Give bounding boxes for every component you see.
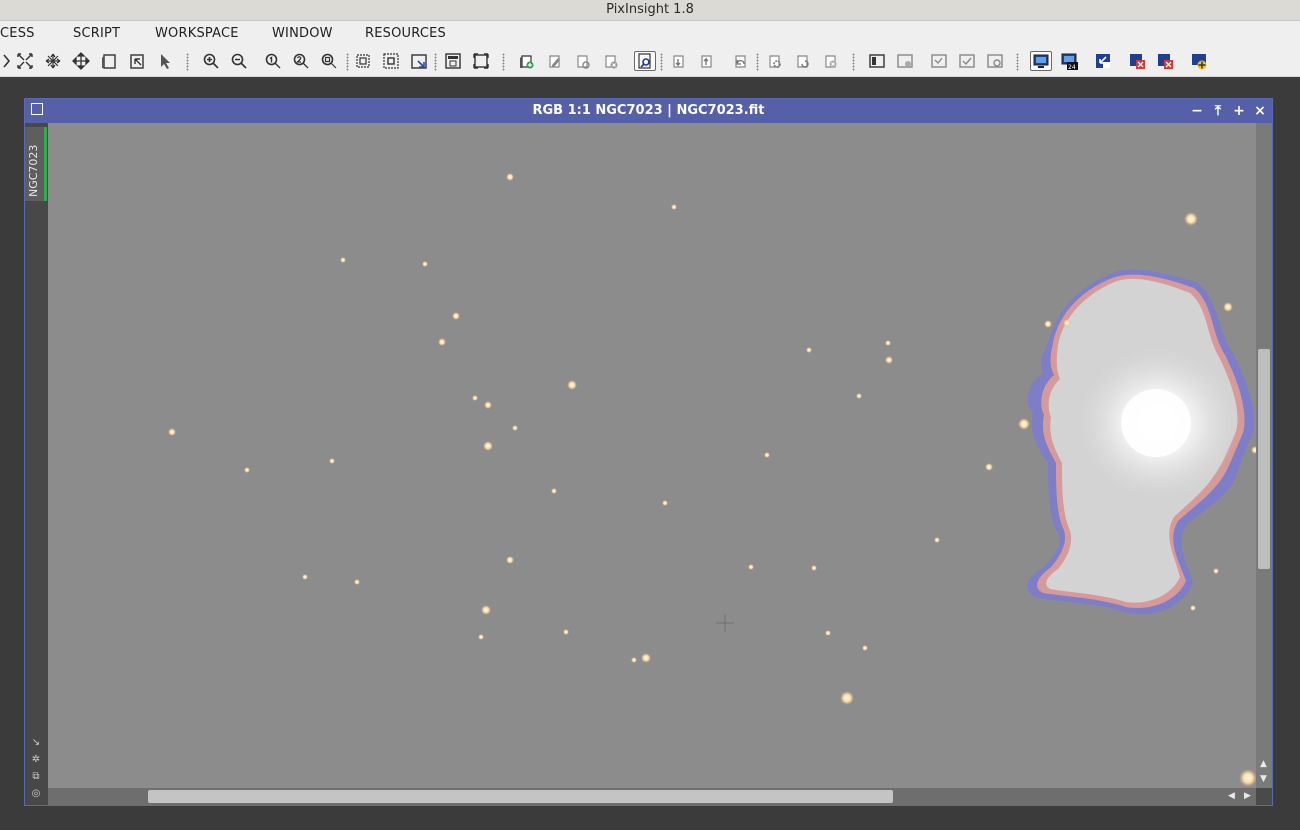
view-tab-label: NGC7023 <box>27 144 40 197</box>
vertical-scrollbar[interactable]: ▲ ▼ <box>1256 123 1272 788</box>
fit-image-icon[interactable] <box>408 51 430 71</box>
zoom-in-icon[interactable] <box>200 51 222 71</box>
delete-preview-icon[interactable] <box>600 51 622 71</box>
scroll-up-icon[interactable]: ▲ <box>1260 759 1267 769</box>
stf-24bit-icon[interactable]: 24 <box>1058 51 1080 71</box>
svg-text:24: 24 <box>1068 64 1076 70</box>
scroll-left-icon[interactable]: ◀ <box>1228 791 1235 801</box>
auto-stf-icon[interactable] <box>1188 51 1210 71</box>
view-selector-bar: NGC7023 ↘ ✲ ⧉ ◎ <box>25 123 48 805</box>
new-image-icon[interactable] <box>98 51 120 71</box>
image-canvas[interactable] <box>48 123 1256 788</box>
mask-enable-icon[interactable] <box>956 51 978 71</box>
horizontal-scroll-thumb[interactable] <box>148 790 893 803</box>
mask-settings-icon[interactable] <box>984 51 1006 71</box>
preview-mode-icon[interactable] <box>634 51 656 71</box>
app-title: PixInsight 1.8 <box>606 2 694 17</box>
image-window-title-bar[interactable]: RGB 1:1 NGC7023 | NGC7023.fit − ⤒ + × <box>25 99 1272 123</box>
zoom-2-1-icon[interactable] <box>290 51 312 71</box>
astro-image <box>168 173 1256 787</box>
fit-view-icon[interactable] <box>14 51 36 71</box>
toolbar-icon[interactable] <box>0 51 14 71</box>
menu-script[interactable]: SCRIPT <box>73 21 120 46</box>
close-button[interactable]: × <box>1252 103 1268 119</box>
maximize-window-icon[interactable] <box>470 51 492 71</box>
undo-preview-icon[interactable] <box>730 51 752 71</box>
image-window[interactable]: RGB 1:1 NGC7023 | NGC7023.fit − ⤒ + × NG… <box>24 98 1273 806</box>
scroll-down-icon[interactable]: ▼ <box>1260 774 1267 784</box>
shade-button[interactable]: ⤒ <box>1210 103 1226 119</box>
mask-invert-icon[interactable] <box>928 51 950 71</box>
copy-icon[interactable]: ⧉ <box>30 771 42 783</box>
minimize-button[interactable]: − <box>1189 103 1205 119</box>
menu-workspace[interactable]: WORKSPACE <box>155 21 239 46</box>
link-stf-icon[interactable] <box>1092 51 1114 71</box>
scroll-right-icon[interactable]: ▶ <box>1244 791 1251 801</box>
store-preview-icon[interactable] <box>668 51 690 71</box>
target-icon[interactable]: ◎ <box>30 788 42 800</box>
fit-window-icon[interactable] <box>352 51 374 71</box>
zoom-1-1-icon[interactable] <box>262 51 284 71</box>
zoom-out-icon[interactable] <box>228 51 250 71</box>
app-title-bar: PixInsight 1.8 <box>0 0 1300 21</box>
resize-icon[interactable]: ↘ <box>30 737 42 749</box>
menu-process[interactable]: CESS <box>0 21 35 46</box>
edit-preview-icon[interactable] <box>544 51 566 71</box>
menu-window[interactable]: WINDOW <box>272 21 333 46</box>
horizontal-scrollbar[interactable]: ◀ ▶ <box>48 788 1256 805</box>
pan-icon[interactable] <box>70 51 92 71</box>
toolbar: 24 <box>0 46 1300 77</box>
cancel-preview-icon[interactable] <box>820 51 842 71</box>
restore-preview-icon[interactable] <box>696 51 718 71</box>
menu-resources[interactable]: RESOURCES <box>365 21 446 46</box>
execute-preview-icon[interactable] <box>764 51 786 71</box>
reset-stf-icon[interactable] <box>1126 51 1148 71</box>
bug-icon[interactable]: ✲ <box>30 754 42 766</box>
pointer-icon[interactable] <box>154 51 176 71</box>
view-tab[interactable]: NGC7023 <box>25 127 47 201</box>
mask-show-icon[interactable] <box>866 51 888 71</box>
zoom-fit-icon[interactable] <box>318 51 340 71</box>
zoom-window-icon[interactable] <box>380 51 402 71</box>
readout-icon[interactable] <box>126 51 148 71</box>
clear-stf-icon[interactable] <box>1154 51 1176 71</box>
move-view-icon[interactable] <box>42 51 64 71</box>
window-menu-icon[interactable] <box>31 103 43 115</box>
vertical-scroll-thumb[interactable] <box>1258 349 1270 569</box>
menu-bar: CESS SCRIPT WORKSPACE WINDOW RESOURCES <box>0 21 1300 46</box>
redo-preview-icon[interactable] <box>792 51 814 71</box>
maximize-button[interactable]: + <box>1231 103 1247 119</box>
preview-settings-icon[interactable] <box>572 51 594 71</box>
screen-stf-icon[interactable] <box>1030 51 1052 71</box>
new-preview-icon[interactable] <box>516 51 538 71</box>
restore-window-icon[interactable] <box>442 51 464 71</box>
image-window-title: RGB 1:1 NGC7023 | NGC7023.fit <box>532 103 765 118</box>
mask-remove-icon[interactable] <box>894 51 916 71</box>
